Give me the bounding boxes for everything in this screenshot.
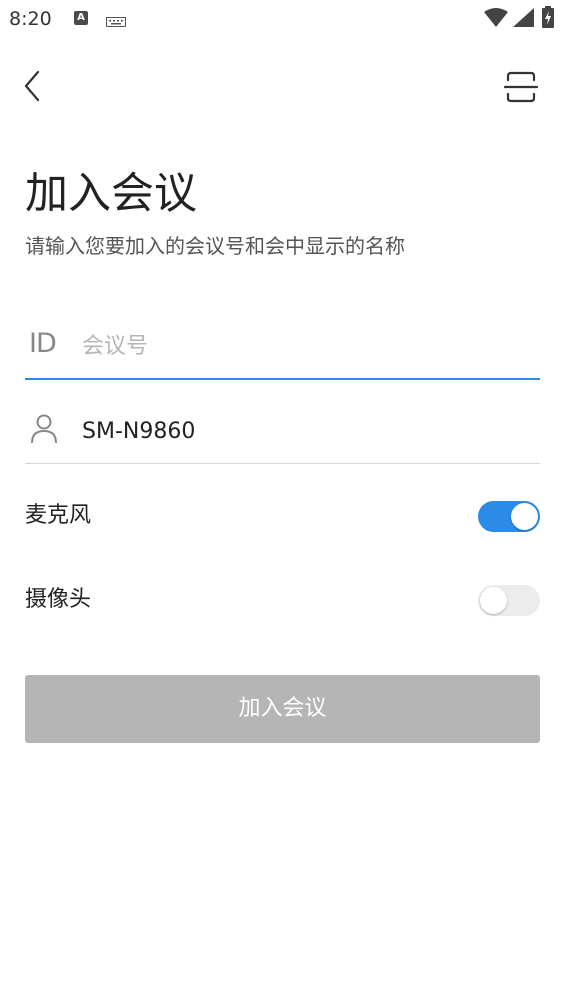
chevron-left-icon (24, 70, 40, 102)
camera-label: 摄像头 (25, 587, 92, 612)
camera-row: 摄像头 (25, 581, 540, 621)
microphone-row: 麦克风 (25, 497, 540, 537)
status-bar: 8:20 A (0, 0, 565, 40)
camera-toggle[interactable] (478, 585, 540, 616)
scan-button[interactable] (500, 66, 542, 108)
display-name-field[interactable] (25, 403, 540, 464)
display-name-input[interactable] (82, 409, 522, 453)
microphone-toggle[interactable] (478, 501, 540, 532)
status-time: 8:20 (9, 8, 52, 30)
back-button[interactable] (16, 66, 52, 106)
toggle-knob (511, 503, 538, 530)
scan-icon (503, 71, 539, 103)
toggle-knob (480, 587, 507, 614)
page-title: 加入会议 (25, 169, 197, 219)
meeting-id-input[interactable] (82, 324, 522, 368)
signal-icon (512, 8, 534, 32)
page-subtitle: 请输入您要加入的会议号和会中显示的名称 (25, 234, 405, 258)
battery-icon (542, 6, 554, 32)
microphone-label: 麦克风 (25, 503, 92, 528)
meeting-id-field[interactable]: ID (25, 318, 540, 380)
wifi-icon (484, 8, 508, 32)
keyboard-icon (106, 12, 126, 31)
notification-a-icon: A (74, 11, 88, 25)
join-meeting-button[interactable]: 加入会议 (25, 675, 540, 743)
id-icon: ID (29, 328, 57, 359)
user-icon (29, 412, 61, 446)
